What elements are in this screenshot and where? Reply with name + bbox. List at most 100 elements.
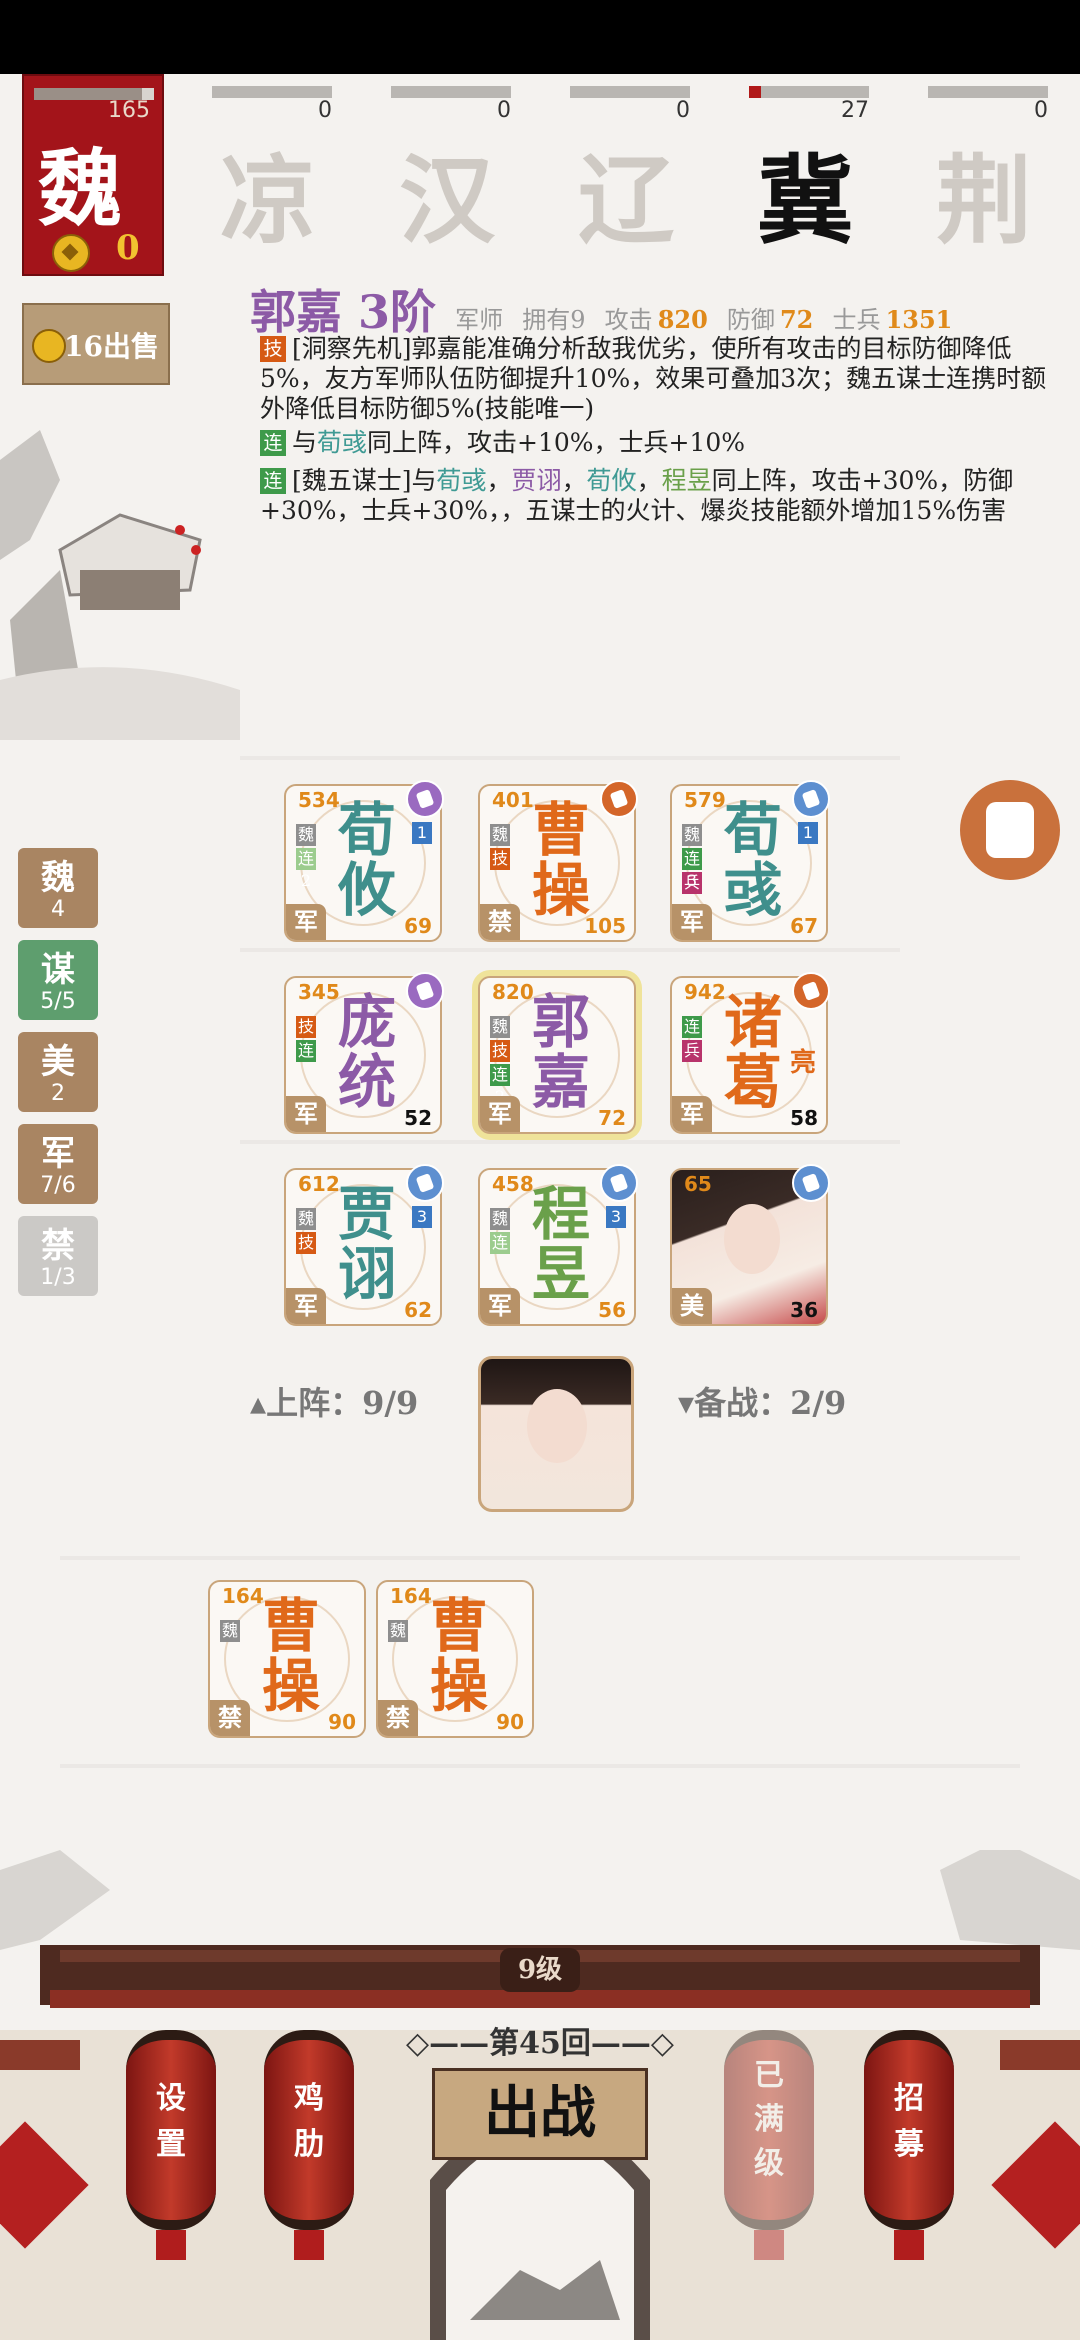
card-name: 贾诩 <box>337 1180 396 1308</box>
troops-label: 士兵 <box>832 306 881 334</box>
faction-flag[interactable]: 165 魏 0 <box>22 74 164 276</box>
kingdom-han[interactable]: 0 汉 <box>391 86 517 262</box>
grid-line <box>240 1140 900 1144</box>
tag-combo: 连2 <box>490 1064 510 1106</box>
kingdom-liao[interactable]: 0 辽 <box>570 86 696 262</box>
kingdom-score: 27 <box>841 98 869 123</box>
kingdom-ji[interactable]: 27 冀 <box>749 86 875 262</box>
tag-faction: 魏 <box>682 824 702 846</box>
chicken-rib-label: 鸡肋 <box>294 2081 324 2162</box>
recruit-button[interactable]: 招募 <box>864 2030 954 2260</box>
tag-combo: 连3 <box>682 848 702 890</box>
card-tags: 魏连2 <box>296 824 318 890</box>
category-jin[interactable]: 禁 1/3 <box>18 1216 98 1296</box>
category-name: 谋 <box>41 950 75 990</box>
category-jun[interactable]: 军 7/6 <box>18 1124 98 1204</box>
card-type-badge: 禁 <box>480 904 520 940</box>
round-label: ◇——第45回——◇ <box>406 2026 674 2061</box>
card-type-badge: 军 <box>480 1288 520 1324</box>
atk-value: 820 <box>657 305 708 334</box>
portrait-face <box>527 1389 587 1463</box>
card-level: 90 <box>496 1710 524 1734</box>
deployed-count: ▴上阵：9/9 <box>250 1384 419 1422</box>
skill-tag: 技 <box>260 336 286 362</box>
combo-tag: 连 <box>260 430 286 456</box>
tag-faction: 魏 <box>490 824 510 846</box>
reserve-card-caocao[interactable]: 164 魏 曹操 禁 90 <box>376 1580 534 1738</box>
skill-text: ， <box>486 466 512 495</box>
bottom-panel: 9级 ◇——第45回——◇ 出战 设置 鸡肋 已满级 招募 <box>0 1850 1080 2340</box>
kingdom-score: 0 <box>497 98 511 123</box>
tag-combo: 连2 <box>296 848 316 890</box>
rank-badge: 1 <box>798 822 818 844</box>
settings-button[interactable]: 设置 <box>126 2030 216 2260</box>
sell-button[interactable]: 16出售 <box>22 303 170 385</box>
category-name: 军 <box>41 1134 75 1174</box>
tag-faction: 魏 <box>490 1016 510 1038</box>
seal-icon <box>986 802 1034 858</box>
skill-1: 技 [洞察先机]郭嘉能准确分析敌我优劣，使所有攻击的目标防御降低5%，友方军师队伍… <box>260 334 1050 424</box>
kingdom-progress-bar <box>391 86 511 98</box>
tag-faction: 魏 <box>220 1620 240 1642</box>
category-name: 禁 <box>41 1226 75 1266</box>
chicken-rib-button[interactable]: 鸡肋 <box>264 2030 354 2260</box>
skill-text: 同上阵，攻击+10%，士兵+10% <box>367 428 746 457</box>
kingdom-progress-bar <box>570 86 690 98</box>
status-bar <box>0 0 1080 74</box>
tag-skill: 技 <box>296 1016 316 1038</box>
kingdom-liang[interactable]: 0 凉 <box>212 86 338 262</box>
kingdom-progress-bar <box>928 86 1048 98</box>
hero-link: 贾诩 <box>511 466 562 495</box>
book-icon <box>792 1164 830 1202</box>
card-tags: 连兵 <box>682 1016 704 1064</box>
advisor-portrait-button[interactable] <box>478 1356 634 1512</box>
faction-score: 165 <box>108 98 150 123</box>
card-type-badge: 军 <box>672 904 712 940</box>
category-mei[interactable]: 美 2 <box>18 1032 98 1112</box>
card-type-badge: 禁 <box>378 1700 418 1736</box>
card-name: 曹操 <box>261 1592 320 1720</box>
tag-combo: 连 <box>296 1040 316 1062</box>
battle-button[interactable]: 出战 <box>432 2068 648 2160</box>
settings-label: 设置 <box>156 2081 186 2162</box>
feather-icon <box>406 972 444 1010</box>
card-name: 曹操 <box>531 796 590 924</box>
skill-text: [洞察先机]郭嘉能准确分析敌我优劣，使所有攻击的目标防御降低5%，友方军师队伍防… <box>260 334 1047 423</box>
tag-faction: 魏 <box>296 824 316 846</box>
kingdom-score: 0 <box>676 98 690 123</box>
skill-text: [魏五谋士]与 <box>292 466 437 495</box>
tassel-icon <box>754 2230 784 2260</box>
hero-card-guojia[interactable]: 820 魏技连2 郭嘉 军 72 <box>478 976 636 1134</box>
atk-label: 攻击 <box>604 306 653 334</box>
card-level: 105 <box>584 914 626 938</box>
def-value: 72 <box>779 305 814 334</box>
reserve-card-caocao[interactable]: 164 魏 曹操 禁 90 <box>208 1580 366 1738</box>
maxed-level-button[interactable]: 已满级 <box>724 2030 814 2260</box>
category-wei[interactable]: 魏 4 <box>18 848 98 928</box>
card-type-badge: 军 <box>286 904 326 940</box>
hero-header: 郭嘉 3阶 军师 拥有9 攻击 820 防御 72 士兵 1351 <box>250 276 952 342</box>
kingdom-name: 辽 <box>578 144 674 257</box>
category-name: 美 <box>41 1042 75 1082</box>
tag-faction: 魏 <box>296 1208 316 1230</box>
hero-link: 荀攸 <box>586 466 637 495</box>
kingdom-score: 0 <box>1034 98 1048 123</box>
card-power: 65 <box>684 1172 712 1196</box>
category-mou[interactable]: 谋 5/5 <box>18 940 98 1020</box>
advisor-icon <box>406 780 444 818</box>
scroll-icon <box>792 780 830 818</box>
coin-icon <box>32 329 66 363</box>
tag-skill: 技 <box>490 1040 510 1062</box>
tassel-icon <box>294 2230 324 2260</box>
card-name: 荀彧 <box>723 796 782 924</box>
card-tags: 技连 <box>296 1016 318 1064</box>
kingdom-name: 冀 <box>757 144 853 257</box>
card-level: 62 <box>404 1298 432 1322</box>
reserve-label: 备战：2/9 <box>694 1384 847 1422</box>
tag-combo: 连 <box>682 1016 702 1038</box>
card-tags: 魏连 <box>490 1208 512 1256</box>
category-name: 魏 <box>41 858 75 898</box>
seal-button[interactable] <box>960 780 1060 880</box>
category-count: 2 <box>51 1081 65 1106</box>
kingdom-jing[interactable]: 0 荆 <box>928 86 1054 262</box>
